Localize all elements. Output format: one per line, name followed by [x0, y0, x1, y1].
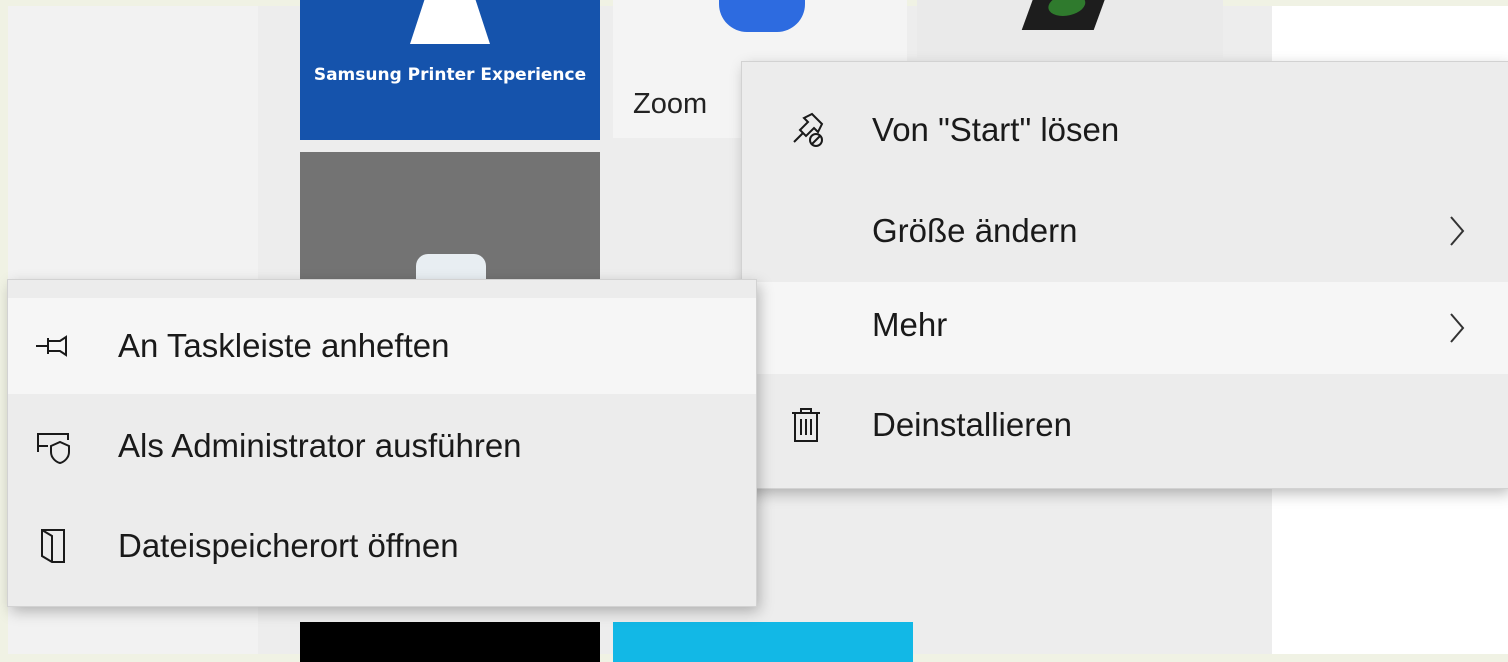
file-location-icon [41, 529, 65, 563]
samsung-printer-icon [410, 0, 490, 44]
tile-app[interactable] [300, 622, 600, 662]
menu-item-more[interactable]: Mehr [742, 282, 1508, 374]
chevron-right-icon [1450, 313, 1465, 343]
tile-app[interactable] [917, 0, 1223, 58]
tile-label: Samsung Printer Experience [313, 65, 587, 85]
tile-samsung-printer[interactable]: Samsung Printer Experience [300, 0, 600, 140]
zoom-icon [719, 0, 805, 32]
trash-icon [792, 408, 820, 442]
menu-item-label: Von "Start" lösen [872, 111, 1120, 148]
menu-item-label: Mehr [872, 305, 948, 343]
menu-item-label: Dateispeicherort öffnen [118, 527, 459, 564]
tile-app[interactable] [300, 152, 600, 292]
admin-shield-icon [37, 433, 70, 465]
menu-item-label: Größe ändern [872, 212, 1078, 249]
menu-item-label: Als Administrator ausführen [118, 427, 522, 464]
chevron-right-icon [1450, 216, 1465, 246]
menu-item-unpin-from-start[interactable]: Von "Start" lösen [742, 80, 1508, 180]
menu-item-resize[interactable]: Größe ändern [742, 182, 1508, 280]
pin-taskbar-icon [36, 335, 67, 357]
menu-item-pin-to-taskbar[interactable]: An Taskleiste anheften [8, 298, 756, 394]
menu-item-uninstall[interactable]: Deinstallieren [742, 376, 1508, 474]
more-submenu: An Taskleiste anheften Als Administrator… [8, 280, 756, 606]
tile-label: Zoom [633, 88, 708, 120]
menu-item-label: An Taskleiste anheften [118, 327, 450, 364]
menu-item-run-as-admin[interactable]: Als Administrator ausführen [8, 398, 756, 494]
app-icon [1021, 0, 1109, 30]
menu-item-open-file-location[interactable]: Dateispeicherort öffnen [8, 498, 756, 594]
menu-item-label: Deinstallieren [872, 406, 1072, 443]
tile-app[interactable] [613, 622, 913, 662]
tile-context-menu: Von "Start" lösen Größe ändern Mehr Dein… [742, 62, 1508, 488]
unpin-icon [793, 112, 824, 147]
